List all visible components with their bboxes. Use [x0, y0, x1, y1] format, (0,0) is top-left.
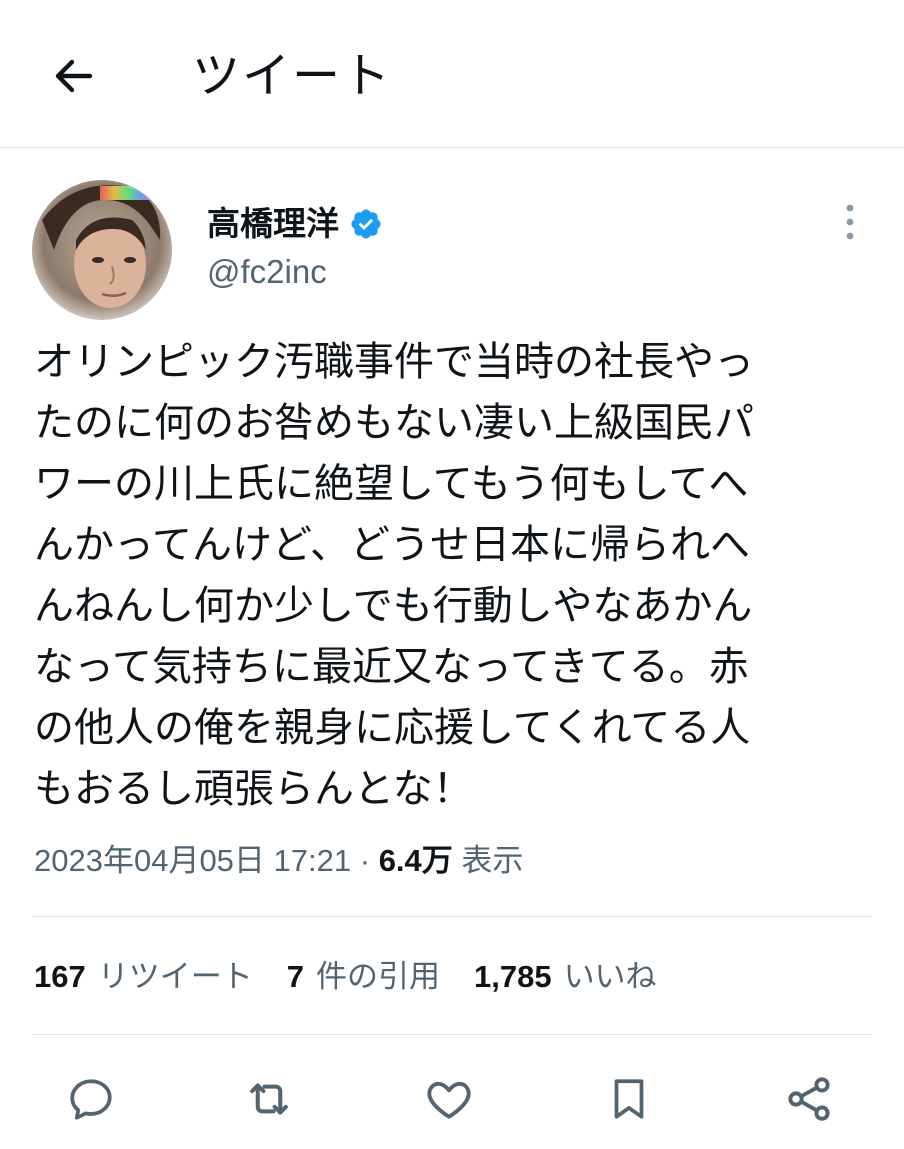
share-icon	[788, 1077, 830, 1121]
reply-button[interactable]	[62, 1070, 120, 1128]
tweet-line: んねんし何か少しでも行動しやなあかん	[34, 583, 753, 629]
tweet-line: なって気持ちに最近又なってきてる。赤	[34, 644, 749, 690]
bookmark-icon	[614, 1079, 644, 1119]
avatar-photo	[32, 180, 172, 320]
tweet-meta: 2023年04月05日 17:21 · 6.4万 表示	[34, 838, 523, 884]
tweet-line: オリンピック汚職事件で当時の社長やっ	[34, 339, 754, 385]
back-button[interactable]	[42, 44, 106, 108]
retweet-icon	[250, 1083, 288, 1115]
tweet-line: ワーの川上氏に絶望してもう何もしてへ	[34, 461, 749, 507]
like-label: いいね	[563, 959, 657, 994]
arrow-left-icon	[55, 59, 93, 93]
share-button[interactable]	[780, 1070, 838, 1128]
heart-icon	[427, 1081, 471, 1119]
tweet-line: もおるし頑張らんとな！	[34, 766, 473, 812]
tweet-datetime[interactable]: 2023年04月05日 17:21	[34, 843, 351, 878]
quote-stat[interactable]: 7 件の引用	[287, 952, 440, 1002]
page-title: ツイート	[192, 48, 393, 104]
divider	[32, 916, 872, 917]
tweet-line: たのに何のお咎めもない凄い上級国民パ	[34, 400, 754, 446]
view-label: 表示	[452, 843, 524, 878]
more-options-button[interactable]	[828, 196, 872, 248]
quote-count: 7	[286, 959, 304, 994]
reply-icon	[70, 1079, 112, 1120]
retweet-label: リツイート	[97, 959, 253, 994]
like-button[interactable]	[420, 1070, 478, 1128]
view-count[interactable]: 6.4万	[379, 843, 453, 878]
author-name-row[interactable]: 高橋理洋	[207, 200, 383, 248]
author-name: 高橋理洋	[207, 204, 339, 243]
tweet-text: オリンピック汚職事件で当時の社長やっ たのに何のお咎めもない凄い上級国民パ ワー…	[34, 332, 874, 820]
divider	[32, 1034, 872, 1035]
more-vertical-icon	[846, 204, 854, 240]
like-stat[interactable]: 1,785 いいね	[474, 952, 657, 1002]
tweet-line: んかってんけど、どうせ日本に帰られへ	[34, 522, 750, 568]
engagement-stats: 167 リツイート 7 件の引用 1,785 いいね	[34, 952, 657, 1002]
action-bar	[0, 1062, 904, 1136]
retweet-count: 167	[34, 959, 86, 994]
retweet-stat[interactable]: 167 リツイート	[34, 952, 253, 1002]
tweet-line: の他人の俺を親身に応援してくれてる人	[34, 705, 751, 751]
avatar[interactable]	[32, 180, 172, 320]
top-bar: ツイート	[0, 0, 904, 148]
meta-separator: ·	[351, 843, 379, 878]
author-handle[interactable]: @fc2inc	[207, 248, 327, 296]
quote-label: 件の引用	[315, 959, 440, 994]
like-count: 1,785	[473, 959, 552, 994]
retweet-button[interactable]	[240, 1070, 298, 1128]
bookmark-button[interactable]	[600, 1070, 658, 1128]
verified-badge-icon	[349, 207, 383, 241]
